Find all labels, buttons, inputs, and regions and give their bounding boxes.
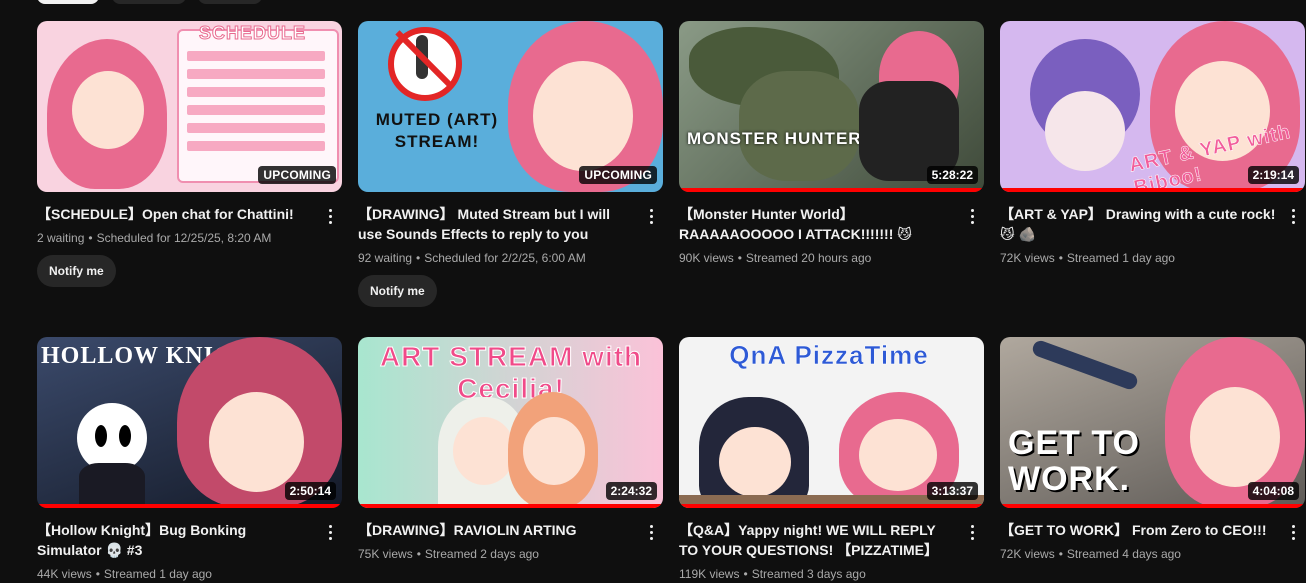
- more-options-icon[interactable]: [639, 520, 663, 544]
- video-metadata: 72K views • Streamed 4 days ago: [1000, 547, 1181, 561]
- upcoming-badge: UPCOMING: [579, 166, 657, 184]
- video-thumbnail[interactable]: MUTED (ART) STREAM! UPCOMING: [358, 21, 663, 192]
- video-thumbnail[interactable]: QnA PizzaTime 3:13:37: [679, 337, 984, 508]
- video-card[interactable]: GET TO WORK. 4:04:08 【GET TO WORK】 From …: [1000, 337, 1305, 563]
- more-options-icon[interactable]: [960, 204, 984, 228]
- video-card[interactable]: SCHEDULE UPCOMING 【SCHEDULE】Open chat fo…: [37, 21, 342, 287]
- video-title[interactable]: 【DRAWING】RAVIOLIN ARTING: [358, 520, 635, 540]
- publish-time: Scheduled for 12/25/25, 8:20 AM: [96, 231, 272, 245]
- duration-badge: 2:50:14: [284, 482, 336, 500]
- thumbnail-title: SCHEDULE: [198, 23, 307, 44]
- duration-badge: 2:19:14: [1247, 166, 1299, 184]
- thumbnail-title: QnA PizzaTime: [729, 340, 929, 370]
- notify-me-button[interactable]: Notify me: [37, 255, 116, 287]
- publish-time: Scheduled for 2/2/25, 6:00 AM: [424, 251, 586, 265]
- view-count: 92 waiting: [358, 251, 413, 265]
- duration-badge: 5:28:22: [926, 166, 978, 184]
- view-count: 72K views: [1000, 251, 1055, 265]
- thumbnail-title: MONSTER HUNTER: [687, 129, 862, 148]
- video-metadata: 75K views • Streamed 2 days ago: [358, 547, 539, 561]
- view-count: 119K views: [679, 567, 740, 581]
- video-metadata: 92 waiting • Scheduled for 2/2/25, 6:00 AM: [358, 251, 586, 265]
- view-count: 2 waiting: [37, 231, 85, 245]
- video-card[interactable]: ART & YAP with Biboo! 2:19:14 【ART & YAP…: [1000, 21, 1305, 267]
- publish-time: Streamed 2 days ago: [424, 547, 539, 561]
- video-card[interactable]: QnA PizzaTime 3:13:37 【Q&A】Yappy night! …: [679, 337, 984, 583]
- publish-time: Streamed 1 day ago: [1066, 251, 1175, 265]
- video-metadata: 2 waiting • Scheduled for 12/25/25, 8:20 A…: [37, 231, 272, 245]
- video-card[interactable]: MONSTER HUNTER 5:28:22 【Monster Hunter W…: [679, 21, 984, 267]
- video-title[interactable]: 【Hollow Knight】Bug Bonking Simulator 💀 #…: [37, 520, 314, 560]
- video-thumbnail[interactable]: HOLLOW KNIGHT 2:50:14: [37, 337, 342, 508]
- filter-chip[interactable]: [37, 0, 99, 4]
- publish-time: Streamed 20 hours ago: [745, 251, 872, 265]
- publish-time: Streamed 1 day ago: [103, 567, 212, 581]
- video-title[interactable]: 【Monster Hunter World】RAAAAAOOOOO I ATTA…: [679, 204, 956, 244]
- upcoming-badge: UPCOMING: [258, 166, 336, 184]
- thumbnail-title: MUTED (ART) STREAM!: [375, 110, 499, 151]
- video-card[interactable]: HOLLOW KNIGHT 2:50:14 【Hollow Knight】Bug…: [37, 337, 342, 583]
- filter-chip[interactable]: [112, 0, 186, 4]
- thumbnail-title: GET TO WORK.: [1008, 424, 1140, 498]
- view-count: 44K views: [37, 567, 92, 581]
- video-metadata: 72K views • Streamed 1 day ago: [1000, 251, 1175, 265]
- video-card[interactable]: MUTED (ART) STREAM! UPCOMING 【DRAWING】 M…: [358, 21, 663, 307]
- video-title[interactable]: 【Q&A】Yappy night! WE WILL REPLY TO YOUR …: [679, 520, 956, 560]
- video-card[interactable]: ART STREAM with Cecilia! 2:24:32 【DRAWIN…: [358, 337, 663, 563]
- video-title[interactable]: 【ART & YAP】 Drawing with a cute rock! 😼 …: [1000, 204, 1277, 244]
- view-count: 72K views: [1000, 547, 1055, 561]
- video-thumbnail[interactable]: ART & YAP with Biboo! 2:19:14: [1000, 21, 1305, 192]
- more-options-icon[interactable]: [1281, 520, 1305, 544]
- thumbnail-title: ART STREAM with Cecilia!: [379, 341, 643, 405]
- video-title[interactable]: 【DRAWING】 Muted Stream but I will use So…: [358, 204, 635, 244]
- more-options-icon[interactable]: [960, 520, 984, 544]
- video-metadata: 44K views • Streamed 1 day ago: [37, 567, 212, 581]
- video-thumbnail[interactable]: MONSTER HUNTER 5:28:22: [679, 21, 984, 192]
- duration-badge: 4:04:08: [1247, 482, 1299, 500]
- duration-badge: 2:24:32: [605, 482, 657, 500]
- video-title[interactable]: 【SCHEDULE】Open chat for Chattini!: [37, 204, 314, 224]
- publish-time: Streamed 3 days ago: [751, 567, 866, 581]
- view-count: 90K views: [679, 251, 734, 265]
- more-options-icon[interactable]: [318, 520, 342, 544]
- more-options-icon[interactable]: [318, 204, 342, 228]
- video-thumbnail[interactable]: GET TO WORK. 4:04:08: [1000, 337, 1305, 508]
- video-metadata: 90K views • Streamed 20 hours ago: [679, 251, 872, 265]
- view-count: 75K views: [358, 547, 413, 561]
- more-options-icon[interactable]: [1281, 204, 1305, 228]
- video-metadata: 119K views • Streamed 3 days ago: [679, 567, 866, 581]
- video-thumbnail[interactable]: ART STREAM with Cecilia! 2:24:32: [358, 337, 663, 508]
- video-thumbnail[interactable]: SCHEDULE UPCOMING: [37, 21, 342, 192]
- more-options-icon[interactable]: [639, 204, 663, 228]
- notify-me-button[interactable]: Notify me: [358, 275, 437, 307]
- publish-time: Streamed 4 days ago: [1066, 547, 1181, 561]
- video-title[interactable]: 【GET TO WORK】 From Zero to CEO!!!: [1000, 520, 1277, 540]
- duration-badge: 3:13:37: [926, 482, 978, 500]
- filter-chip[interactable]: [198, 0, 262, 4]
